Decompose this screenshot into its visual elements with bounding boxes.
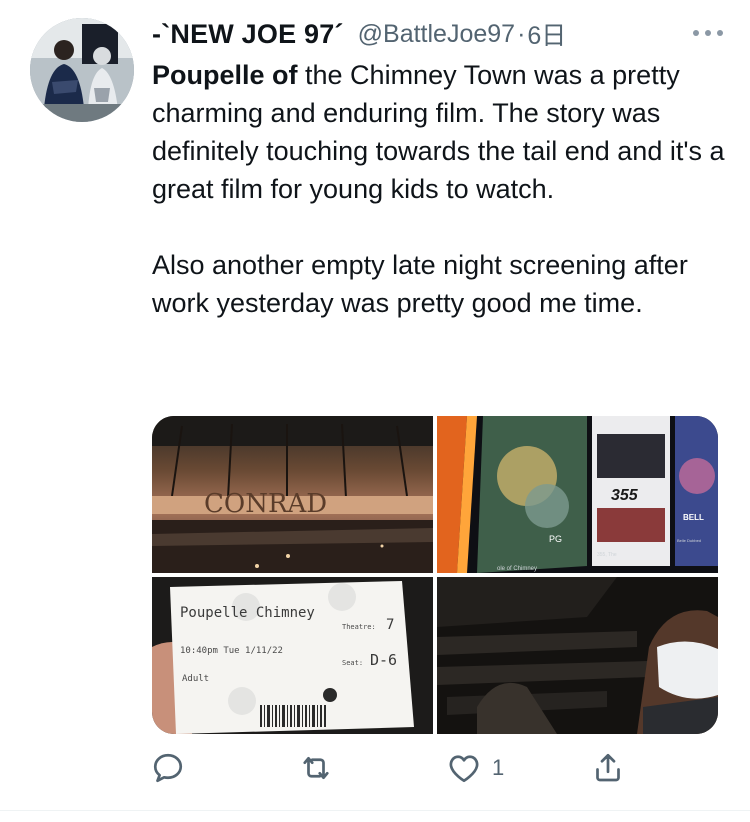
retweet-icon <box>303 756 329 780</box>
photo-theater-selfie[interactable] <box>437 577 718 734</box>
photo-conrad-image: CONRAD <box>152 416 433 573</box>
ticket-time: 10:40pm Tue 1/11/22 <box>180 646 283 656</box>
poster-caption-mid: 355, The <box>597 552 617 558</box>
ticket-type: Adult <box>182 674 209 684</box>
like-button[interactable]: 1 <box>446 746 504 790</box>
photo-posters-image: PG 355 BELL ole of Chimney 355, The Bell… <box>437 416 718 573</box>
tweet[interactable]: -`NEW JOE 97´ @BattleJoe97 · 6日 Poupelle… <box>0 0 750 822</box>
share-button[interactable] <box>590 746 636 790</box>
tweet-text-body: the Chimney Town was a pretty charming a… <box>152 60 725 318</box>
reply-button[interactable] <box>150 746 196 790</box>
poster-caption-left: ole of Chimney <box>497 566 537 572</box>
tweet-text-bold: Poupelle of <box>152 60 298 90</box>
media-grid: CONRAD PG 355 BELL ole of Chimney 355, T… <box>152 416 718 734</box>
tweet-text: Poupelle of the Chimney Town was a prett… <box>152 56 732 322</box>
photo-conrad-building[interactable]: CONRAD <box>152 416 433 573</box>
photo-movie-posters[interactable]: PG 355 BELL ole of Chimney 355, The Bell… <box>437 416 718 573</box>
ticket-seat-label: Seat: <box>342 659 363 667</box>
conrad-sign-text: CONRAD <box>204 489 327 519</box>
handle[interactable]: @BattleJoe97 <box>358 20 515 49</box>
retweet-button[interactable] <box>298 746 344 790</box>
photo-ticket-image: Poupelle Chimney Theatre: 7 10:40pm Tue … <box>152 577 433 734</box>
poster-bell-title: BELL <box>683 513 704 522</box>
tweet-divider <box>0 810 750 811</box>
ticket-seat: D-6 <box>370 651 397 669</box>
poster-caption-right: Belle Dubbed <box>677 538 701 543</box>
photo-movie-ticket[interactable]: Poupelle Chimney Theatre: 7 10:40pm Tue … <box>152 577 433 734</box>
display-name[interactable]: -`NEW JOE 97´ <box>152 19 344 50</box>
ticket-theatre: 7 <box>386 617 394 633</box>
rating-badge: PG <box>549 534 562 544</box>
more-options-button[interactable] <box>686 20 730 46</box>
tweet-header: -`NEW JOE 97´ @BattleJoe97 · 6日 <box>152 14 730 54</box>
share-icon <box>596 753 620 782</box>
poster-355-title: 355 <box>611 487 639 504</box>
avatar-image <box>30 18 134 122</box>
timestamp[interactable]: 6日 <box>527 16 566 52</box>
reply-icon <box>153 753 183 783</box>
heart-icon <box>449 755 479 783</box>
more-icon <box>693 30 723 36</box>
avatar[interactable] <box>30 18 134 122</box>
like-count: 1 <box>492 755 505 780</box>
ticket-theatre-label: Theatre: <box>342 623 376 631</box>
ticket-title: Poupelle Chimney <box>180 605 315 621</box>
action-bar: 1 <box>150 746 630 790</box>
separator-dot: · <box>517 19 526 48</box>
photo-selfie-image <box>437 577 718 734</box>
